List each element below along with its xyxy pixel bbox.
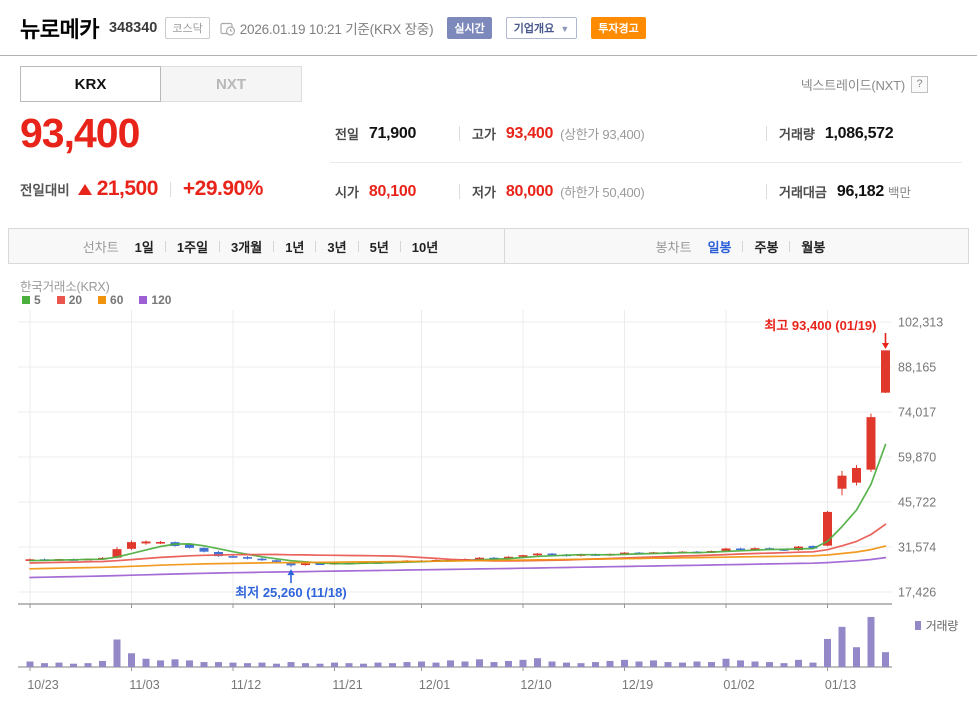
change-percent: +29.90% — [182, 177, 264, 200]
volume-label: 거래량 — [779, 127, 815, 142]
ma-line-5 — [29, 443, 887, 565]
lower-limit-value: (하한가 50,400) — [560, 185, 645, 200]
quote-info-row-2: 시가 80,100 저가 80,000 (하한가 50,400) 거래대금 96… — [335, 182, 911, 201]
period-5y[interactable]: 5년 — [370, 237, 389, 256]
chart-grid — [18, 310, 892, 671]
y-axis-label: 31,574 — [898, 541, 936, 555]
divider — [789, 240, 791, 252]
stock-code: 348340 — [108, 20, 158, 36]
period-3y[interactable]: 3년 — [327, 237, 346, 256]
trade-value: 96,182 — [836, 182, 884, 200]
chart-toolbar: 선차트 1일 1주일 3개월 1년 3년 5년 10년 봉차트 일봉 주봉 월봉 — [8, 228, 969, 264]
max-annotation: 최고 93,400 (01/19) — [764, 318, 876, 333]
quote-time: 2026.01.19 10:21 — [239, 22, 342, 37]
investment-warning-badge[interactable]: 투자경고 — [591, 17, 646, 39]
nextrade-info: 넥스트레이드(NXT) ? — [801, 75, 928, 94]
trade-value-label: 거래대금 — [779, 185, 827, 200]
change-value: 21,500 — [96, 177, 159, 200]
divider — [169, 181, 171, 197]
x-axis-label: 12/01 — [419, 678, 450, 692]
tab-nxt[interactable]: NXT — [161, 66, 302, 102]
period-1w[interactable]: 1주일 — [177, 237, 208, 256]
line-chart-label[interactable]: 선차트 — [83, 237, 119, 256]
min-annotation: 최저 25,260 (11/18) — [235, 585, 346, 600]
x-axis-label: 11/12 — [231, 678, 261, 692]
upper-limit-value: (상한가 93,400) — [560, 127, 645, 142]
quote-datetime: 2026.01.19 10:21 기준(KRX 장중) — [240, 18, 434, 38]
candle-type-weekly[interactable]: 주봉 — [754, 237, 778, 256]
x-axis-label: 10/23 — [27, 678, 58, 692]
info-row-divider — [330, 162, 962, 163]
divider — [399, 240, 401, 252]
change-row: 전일대비 21,500 +29.90% — [20, 177, 263, 201]
stock-name: 뉴로메카 — [20, 17, 99, 42]
quote-basis: 기준(KRX 장중) — [345, 22, 434, 37]
period-toolbar: 선차트 1일 1주일 3개월 1년 3년 5년 10년 — [8, 228, 505, 264]
x-axis-label: 11/03 — [129, 678, 159, 692]
x-axis-label: 12/10 — [520, 678, 551, 692]
realtime-badge: 실시간 — [447, 17, 492, 39]
trade-value-unit: 백만 — [887, 186, 911, 200]
divider — [742, 240, 744, 252]
x-axis-label: 11/21 — [332, 678, 362, 692]
candle-type-monthly[interactable]: 월봉 — [801, 237, 825, 256]
divider — [459, 184, 460, 199]
divider — [459, 126, 460, 141]
candle-chart-label[interactable]: 봉차트 — [656, 237, 692, 256]
prev-close-value: 71,900 — [368, 124, 417, 142]
change-label: 전일대비 — [20, 183, 70, 198]
up-triangle-icon — [77, 183, 92, 195]
y-axis-label: 45,722 — [898, 496, 936, 510]
divider — [766, 184, 767, 199]
y-axis-label: 17,426 — [898, 586, 936, 600]
tab-krx[interactable]: KRX — [20, 66, 161, 102]
y-axis-label: 102,313 — [898, 316, 943, 330]
divider — [766, 126, 767, 141]
y-axis-label: 74,017 — [898, 406, 936, 420]
period-10y[interactable]: 10년 — [412, 237, 438, 256]
header: 뉴로메카 348340 코스닥 2026.01.19 10:21 기준(KRX … — [20, 12, 646, 44]
open-label: 시가 — [335, 185, 359, 200]
volume-legend-swatch-icon — [914, 621, 921, 630]
current-price: 93,400 — [20, 110, 140, 156]
low-label: 저가 — [472, 185, 496, 200]
candle-type-daily[interactable]: 일봉 — [708, 237, 732, 256]
volume-legend: 거래량 — [914, 617, 959, 634]
low-value: 80,000 — [505, 182, 554, 200]
nextrade-label: 넥스트레이드(NXT) — [800, 78, 905, 93]
company-overview-button[interactable]: 기업개요 ▼ — [505, 17, 578, 39]
y-axis-label: 59,870 — [898, 451, 936, 465]
candlestick-chart-svg: 102,313 88,165 74,017 59,870 45,722 31,574 17,… — [18, 310, 943, 692]
divider — [357, 240, 359, 252]
open-value: 80,100 — [368, 182, 417, 200]
stock-chart: 102,313 88,165 74,017 59,870 45,722 31,574 17,… — [0, 270, 977, 712]
high-value: 93,400 — [505, 124, 554, 142]
divider — [164, 240, 166, 252]
header-divider — [0, 55, 977, 56]
divider — [273, 240, 275, 252]
volume-bars — [26, 616, 889, 667]
y-axis-label: 88,165 — [898, 361, 936, 375]
period-3m[interactable]: 3개월 — [231, 237, 262, 256]
quote-info-row-1: 전일 71,900 고가 93,400 (상한가 93,400) 거래량 1,0… — [335, 124, 894, 143]
divider — [219, 240, 221, 252]
divider — [315, 240, 317, 252]
candles — [25, 350, 890, 568]
chevron-down-icon: ▼ — [560, 24, 570, 34]
period-1d[interactable]: 1일 — [135, 237, 154, 256]
stock-quote-page: 뉴로메카 348340 코스닥 2026.01.19 10:21 기준(KRX … — [0, 0, 977, 712]
company-overview-label: 기업개요 — [513, 23, 555, 35]
high-label: 고가 — [472, 127, 496, 142]
prev-close-label: 전일 — [335, 127, 359, 142]
help-icon[interactable]: ? — [911, 76, 928, 93]
volume-value: 1,086,572 — [824, 124, 894, 142]
candle-type-toolbar: 봉차트 일봉 주봉 월봉 — [505, 228, 969, 264]
period-1y[interactable]: 1년 — [285, 237, 304, 256]
volume-legend-label: 거래량 — [925, 619, 959, 633]
market-badge: 코스닥 — [165, 17, 210, 39]
x-axis-label: 01/13 — [825, 678, 856, 692]
clock-icon — [220, 21, 235, 36]
x-axis-label: 01/02 — [723, 678, 754, 692]
x-axis-label: 12/19 — [622, 678, 653, 692]
